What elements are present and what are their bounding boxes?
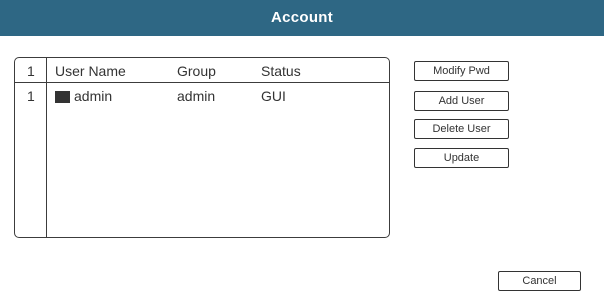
account-dialog: Account 1 User Name Group Status 1 admin… xyxy=(0,0,604,304)
table-column-divider xyxy=(46,58,47,237)
modify-pwd-button[interactable]: Modify Pwd xyxy=(414,61,509,81)
header-user-name: User Name xyxy=(55,63,126,79)
user-color-swatch xyxy=(55,91,70,103)
delete-user-button[interactable]: Delete User xyxy=(414,119,509,139)
cancel-button[interactable]: Cancel xyxy=(498,271,581,291)
header-index: 1 xyxy=(27,63,35,79)
dialog-title: Account xyxy=(0,0,604,36)
row-index: 1 xyxy=(27,88,35,104)
row-user-name: admin xyxy=(74,88,113,104)
add-user-button[interactable]: Add User xyxy=(414,91,509,111)
header-group: Group xyxy=(177,63,216,79)
header-status: Status xyxy=(261,63,301,79)
user-table: 1 User Name Group Status 1 admin admin G… xyxy=(14,57,390,238)
update-button[interactable]: Update xyxy=(414,148,509,168)
row-group: admin xyxy=(177,88,216,104)
row-status: GUI xyxy=(261,88,286,104)
table-header-divider xyxy=(15,82,389,83)
